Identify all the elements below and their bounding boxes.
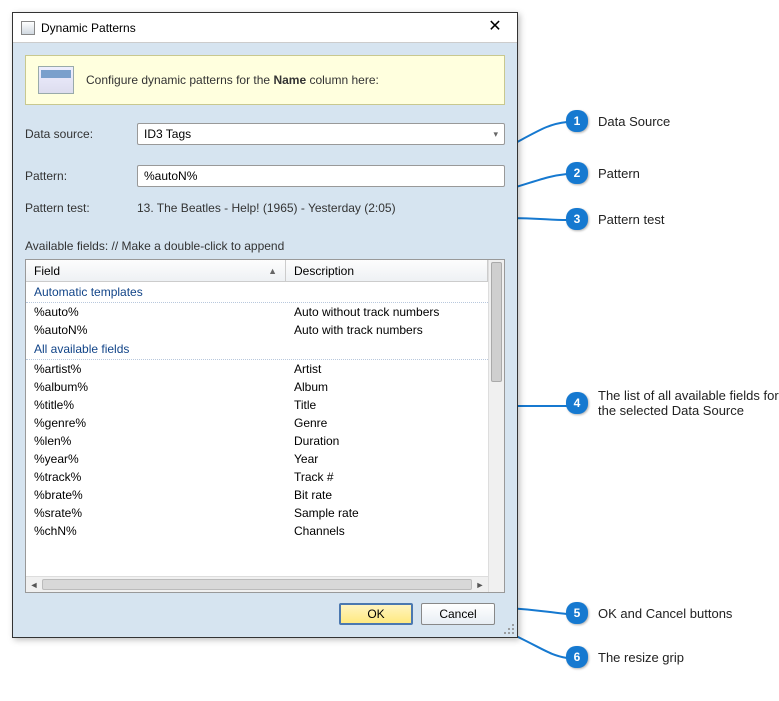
- table-row[interactable]: %album%Album: [26, 378, 488, 396]
- data-source-value: ID3 Tags: [144, 127, 493, 141]
- description-cell: Auto without track numbers: [286, 303, 488, 321]
- group-header: All available fields: [26, 339, 488, 360]
- callout-5: 5 OK and Cancel buttons: [566, 602, 732, 624]
- callout-1: 1 Data Source: [566, 110, 670, 132]
- window-title: Dynamic Patterns: [41, 21, 481, 35]
- callout-text: OK and Cancel buttons: [598, 606, 732, 621]
- ok-button[interactable]: OK: [339, 603, 413, 625]
- field-cell: %srate%: [26, 504, 286, 522]
- table-row[interactable]: %srate%Sample rate: [26, 504, 488, 522]
- column-header-description-label: Description: [294, 264, 354, 278]
- info-prefix: Configure dynamic patterns for the: [86, 73, 273, 87]
- description-cell: Duration: [286, 432, 488, 450]
- group-header: Automatic templates: [26, 282, 488, 303]
- callout-6: 6 The resize grip: [566, 646, 684, 668]
- description-cell: Genre: [286, 414, 488, 432]
- callout-2: 2 Pattern: [566, 162, 640, 184]
- description-cell: Album: [286, 378, 488, 396]
- vscroll-thumb[interactable]: [491, 262, 502, 382]
- field-cell: %chN%: [26, 522, 286, 540]
- field-cell: %autoN%: [26, 321, 286, 339]
- callout-text: The list of all available fields for the…: [598, 388, 779, 418]
- table-row[interactable]: %brate%Bit rate: [26, 486, 488, 504]
- table-row[interactable]: %len%Duration: [26, 432, 488, 450]
- grid-header: Field ▲ Description: [26, 260, 488, 282]
- callout-bubble: 2: [566, 162, 588, 184]
- callout-bubble: 4: [566, 392, 588, 414]
- pattern-test-value: 13. The Beatles - Help! (1965) - Yesterd…: [137, 199, 505, 217]
- info-suffix: column here:: [306, 73, 379, 87]
- table-row[interactable]: %chN%Channels: [26, 522, 488, 540]
- callout-4: 4 The list of all available fields for t…: [566, 388, 779, 418]
- field-cell: %artist%: [26, 360, 286, 378]
- table-row[interactable]: %year%Year: [26, 450, 488, 468]
- window-icon: [21, 21, 35, 35]
- table-row[interactable]: %genre%Genre: [26, 414, 488, 432]
- data-source-label: Data source:: [25, 127, 137, 141]
- description-cell: Year: [286, 450, 488, 468]
- fields-grid: Field ▲ Description Automatic templates%…: [25, 259, 505, 593]
- titlebar: Dynamic Patterns ✕: [13, 13, 517, 43]
- callout-text: Pattern: [598, 166, 640, 181]
- callout-text: Pattern test: [598, 212, 664, 227]
- callout-bubble: 6: [566, 646, 588, 668]
- pattern-test-label: Pattern test:: [25, 201, 137, 215]
- table-row[interactable]: %track%Track #: [26, 468, 488, 486]
- description-cell: Channels: [286, 522, 488, 540]
- field-cell: %brate%: [26, 486, 286, 504]
- table-row[interactable]: %artist%Artist: [26, 360, 488, 378]
- vertical-scrollbar[interactable]: [488, 260, 504, 592]
- field-cell: %genre%: [26, 414, 286, 432]
- field-cell: %year%: [26, 450, 286, 468]
- table-row[interactable]: %auto%Auto without track numbers: [26, 303, 488, 321]
- description-cell: Track #: [286, 468, 488, 486]
- description-cell: Bit rate: [286, 486, 488, 504]
- close-button[interactable]: ✕: [481, 17, 509, 39]
- field-cell: %track%: [26, 468, 286, 486]
- field-cell: %len%: [26, 432, 286, 450]
- sort-asc-icon: ▲: [268, 266, 277, 276]
- info-bold: Name: [273, 73, 306, 87]
- column-header-field[interactable]: Field ▲: [26, 260, 286, 281]
- pattern-input[interactable]: [137, 165, 505, 187]
- description-cell: Auto with track numbers: [286, 321, 488, 339]
- callout-bubble: 5: [566, 602, 588, 624]
- table-row[interactable]: %title%Title: [26, 396, 488, 414]
- description-cell: Artist: [286, 360, 488, 378]
- callout-3: 3 Pattern test: [566, 208, 664, 230]
- cancel-button[interactable]: Cancel: [421, 603, 495, 625]
- chevron-down-icon: ▾: [493, 129, 498, 140]
- description-cell: Title: [286, 396, 488, 414]
- scroll-left-icon: ◄: [26, 577, 42, 592]
- info-panel: Configure dynamic patterns for the Name …: [25, 55, 505, 105]
- data-source-dropdown[interactable]: ID3 Tags ▾: [137, 123, 505, 145]
- hscroll-thumb[interactable]: [42, 579, 472, 590]
- field-cell: %album%: [26, 378, 286, 396]
- column-header-field-label: Field: [34, 264, 60, 278]
- pattern-label: Pattern:: [25, 169, 137, 183]
- callout-text: Data Source: [598, 114, 670, 129]
- info-graphic-icon: [38, 66, 74, 94]
- dynamic-patterns-dialog: Dynamic Patterns ✕ Configure dynamic pat…: [12, 12, 518, 638]
- callout-text: The resize grip: [598, 650, 684, 665]
- scroll-right-icon: ►: [472, 577, 488, 592]
- column-header-description[interactable]: Description: [286, 260, 488, 281]
- callout-bubble: 1: [566, 110, 588, 132]
- info-text: Configure dynamic patterns for the Name …: [86, 73, 379, 87]
- callout-bubble: 3: [566, 208, 588, 230]
- table-row[interactable]: %autoN%Auto with track numbers: [26, 321, 488, 339]
- field-cell: %auto%: [26, 303, 286, 321]
- available-fields-label: Available fields: // Make a double-click…: [25, 239, 505, 253]
- resize-grip[interactable]: [503, 623, 515, 635]
- description-cell: Sample rate: [286, 504, 488, 522]
- field-cell: %title%: [26, 396, 286, 414]
- horizontal-scrollbar[interactable]: ◄ ►: [26, 576, 488, 592]
